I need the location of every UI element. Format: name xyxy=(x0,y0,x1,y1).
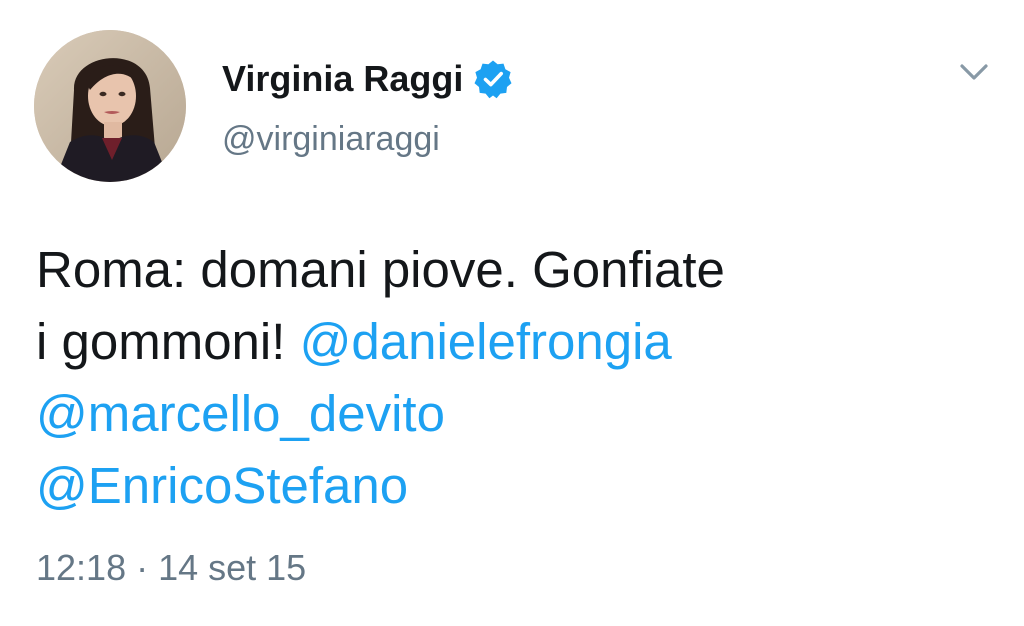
tweet-text-segment: i gommoni! xyxy=(36,313,300,370)
user-handle[interactable]: @virginiaraggi xyxy=(222,118,440,160)
display-name-text: Virginia Raggi xyxy=(222,58,464,99)
tweet-text-line: @marcello_devito xyxy=(36,378,996,450)
tweet-timestamp[interactable]: 12:18 · 14 set 15 xyxy=(36,546,306,590)
tweet-card: Virginia Raggi @virginiaraggi Roma: doma… xyxy=(0,0,1024,626)
tweet-date: 14 set 15 xyxy=(158,547,307,588)
chevron-down-icon[interactable] xyxy=(952,54,996,90)
meta-separator: · xyxy=(136,547,149,588)
avatar[interactable] xyxy=(34,30,186,182)
avatar-image xyxy=(34,30,186,182)
tweet-time: 12:18 xyxy=(36,547,127,588)
mention-link-marcello-devito[interactable]: @marcello_devito xyxy=(36,385,445,442)
mention-link-danielefrongia[interactable]: @danielefrongia xyxy=(300,313,672,370)
tweet-text-line: i gommoni! @danielefrongia xyxy=(36,306,996,378)
tweet-text: Roma: domani piove. Gonfiate i gommoni! … xyxy=(36,234,996,522)
mention-link-enricostefano[interactable]: @EnricoStefano xyxy=(36,457,408,514)
tweet-text-line: Roma: domani piove. Gonfiate xyxy=(36,241,725,298)
tweet-text-line: @EnricoStefano xyxy=(36,450,996,522)
display-name[interactable]: Virginia Raggi xyxy=(222,57,513,101)
verified-badge-icon xyxy=(473,59,513,99)
